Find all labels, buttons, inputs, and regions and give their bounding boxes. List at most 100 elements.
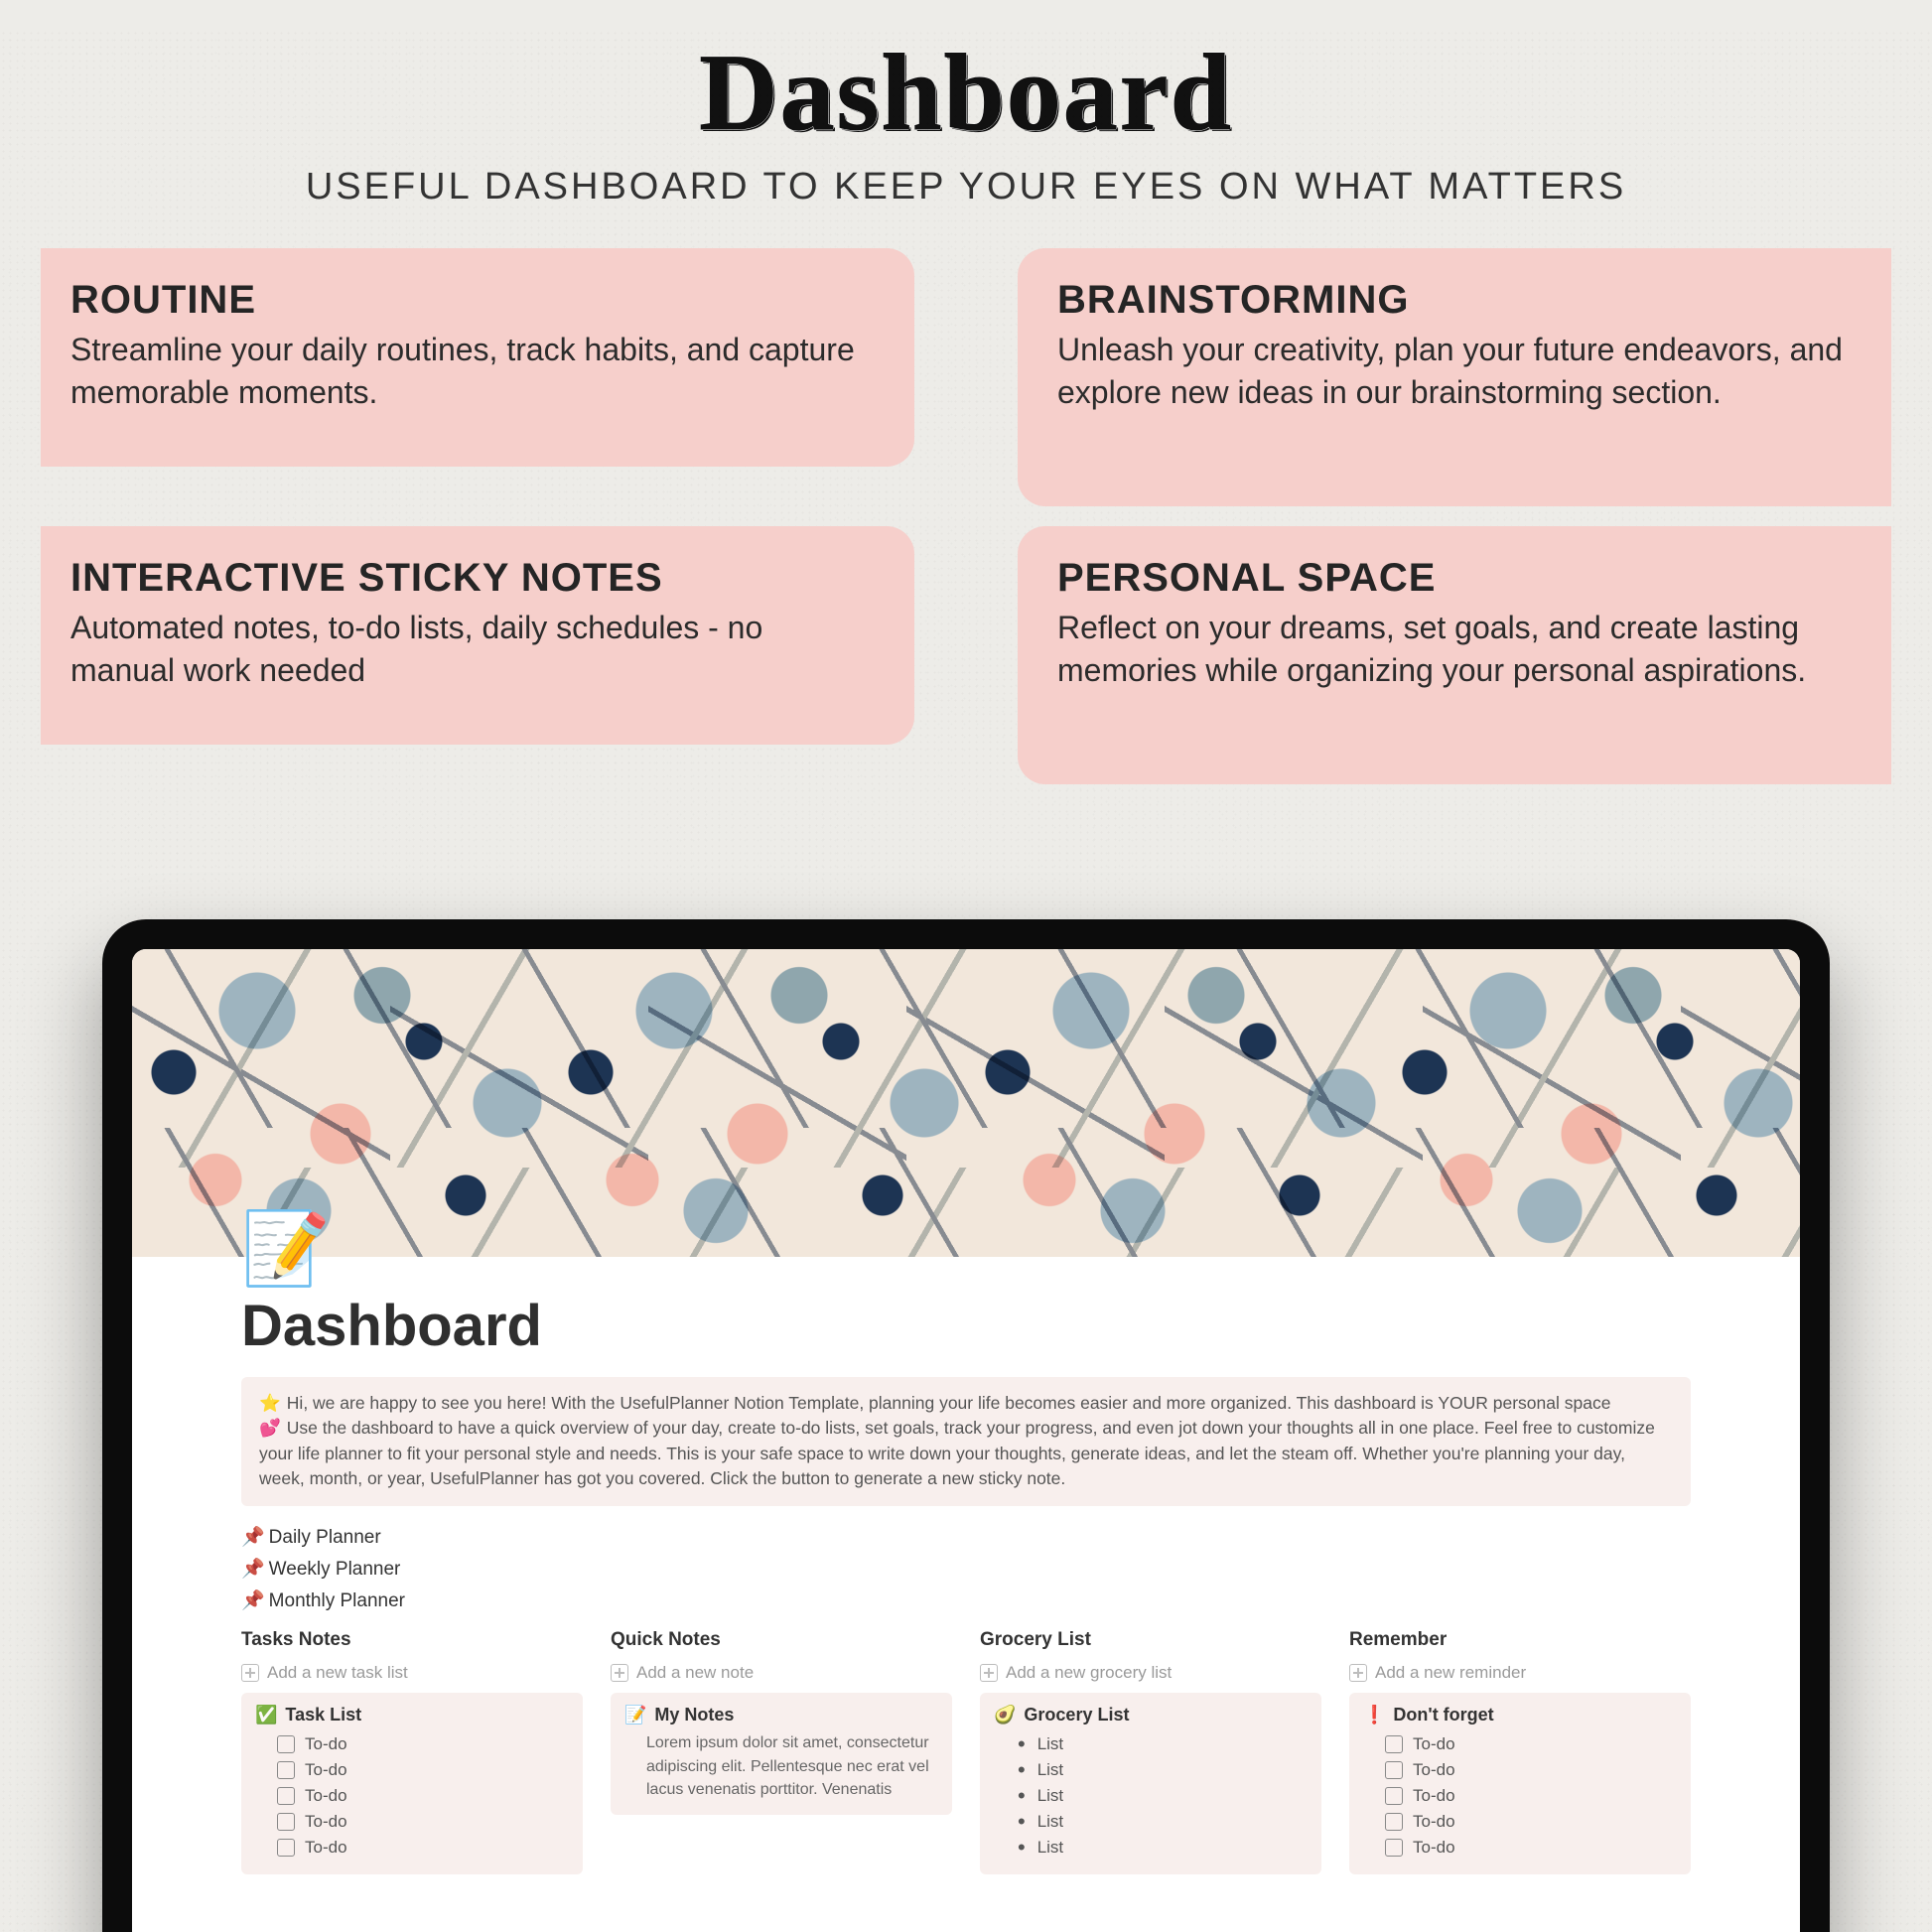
my-notes-note[interactable]: 📝 My Notes Lorem ipsum dolor sit amet, c… [611, 1693, 952, 1815]
feature-card-brainstorming: BRAINSTORMING Unleash your creativity, p… [1018, 248, 1891, 506]
link-weekly-planner[interactable]: 📌Weekly Planner [241, 1554, 1691, 1586]
note-body: Lorem ipsum dolor sit amet, consectetur … [624, 1731, 938, 1801]
note-title: Task List [285, 1705, 361, 1725]
star-icon: ⭐ [259, 1393, 281, 1413]
checkbox-icon[interactable] [277, 1761, 295, 1779]
add-task-list-button[interactable]: Add a new task list [241, 1659, 408, 1693]
checkbox-icon[interactable] [1385, 1735, 1403, 1753]
todo-label: To-do [1413, 1812, 1455, 1832]
page-title[interactable]: Dashboard [241, 1293, 1691, 1359]
todo-label: To-do [305, 1812, 347, 1832]
feature-title: BRAINSTORMING [1057, 278, 1852, 323]
callout-text: Hi, we are happy to see you here! With t… [287, 1393, 1611, 1413]
checkbox-icon[interactable] [277, 1839, 295, 1857]
todo-label: To-do [305, 1734, 347, 1754]
list-item[interactable]: List [994, 1809, 1308, 1835]
pin-icon: 📌 [241, 1527, 265, 1548]
list-item[interactable]: List [994, 1783, 1308, 1809]
checkmark-icon: ✅ [255, 1705, 277, 1725]
checkbox-icon[interactable] [1385, 1839, 1403, 1857]
todo-item[interactable]: To-do [1363, 1809, 1677, 1835]
todo-label: To-do [1413, 1760, 1455, 1780]
todo-item[interactable]: To-do [255, 1757, 569, 1783]
task-list-note[interactable]: ✅ Task List To-do To-do To-do To-do To-do [241, 1693, 583, 1874]
todo-item[interactable]: To-do [1363, 1783, 1677, 1809]
todo-item[interactable]: To-do [1363, 1731, 1677, 1757]
todo-list: To-do To-do To-do To-do To-do [1363, 1731, 1677, 1861]
feature-title: ROUTINE [70, 278, 875, 323]
placeholder-text: Add a new task list [267, 1663, 408, 1683]
hearts-icon: 💕 [259, 1418, 281, 1438]
welcome-callout[interactable]: ⭐ Hi, we are happy to see you here! With … [241, 1377, 1691, 1506]
todo-item[interactable]: To-do [255, 1731, 569, 1757]
add-grocery-list-button[interactable]: Add a new grocery list [980, 1659, 1172, 1693]
plus-icon [611, 1664, 628, 1682]
note-title: My Notes [654, 1705, 734, 1725]
feature-card-routine: ROUTINE Streamline your daily routines, … [41, 248, 914, 467]
list-item-label: List [1037, 1812, 1063, 1832]
list-item[interactable]: List [994, 1731, 1308, 1757]
feature-body: Reflect on your dreams, set goals, and c… [1057, 607, 1852, 692]
add-note-button[interactable]: Add a new note [611, 1659, 754, 1693]
list-item[interactable]: List [994, 1757, 1308, 1783]
todo-item[interactable]: To-do [255, 1809, 569, 1835]
link-label: Daily Planner [269, 1527, 381, 1548]
column-heading: Tasks Notes [241, 1629, 583, 1651]
feature-body: Streamline your daily routines, track ha… [70, 329, 875, 414]
callout-text: Use the dashboard to have a quick overvi… [259, 1418, 1655, 1488]
placeholder-text: Add a new note [636, 1663, 754, 1683]
checkbox-icon[interactable] [277, 1735, 295, 1753]
column-grocery: Grocery List Add a new grocery list 🥑 Gr… [980, 1629, 1321, 1874]
list-item-label: List [1037, 1786, 1063, 1806]
laptop-mockup: 📝 Dashboard ⭐ Hi, we are happy to see you… [102, 919, 1830, 1932]
grocery-list-note[interactable]: 🥑 Grocery List List List List List List [980, 1693, 1321, 1874]
todo-label: To-do [1413, 1786, 1455, 1806]
todo-label: To-do [305, 1838, 347, 1858]
bullet-list: List List List List List [994, 1731, 1308, 1861]
pin-icon: 📌 [241, 1559, 265, 1580]
list-item-label: List [1037, 1734, 1063, 1754]
cover-banner [132, 949, 1800, 1257]
feature-card-personal-space: PERSONAL SPACE Reflect on your dreams, s… [1018, 526, 1891, 784]
hero-title: Dashboard [0, 30, 1932, 156]
todo-label: To-do [1413, 1838, 1455, 1858]
column-heading: Quick Notes [611, 1629, 952, 1651]
dont-forget-note[interactable]: ❗ Don't forget To-doTo-doTo-doTo-doTo-do [1349, 1693, 1691, 1874]
note-title: Grocery List [1024, 1705, 1129, 1725]
feature-body: Unleash your creativity, plan your futur… [1057, 329, 1852, 414]
feature-body: Automated notes, to-do lists, daily sche… [70, 607, 875, 692]
checkbox-icon[interactable] [277, 1787, 295, 1805]
checkbox-icon[interactable] [1385, 1787, 1403, 1805]
plus-icon [1349, 1664, 1367, 1682]
checkbox-icon[interactable] [1385, 1813, 1403, 1831]
add-reminder-button[interactable]: Add a new reminder [1349, 1659, 1526, 1693]
avocado-icon: 🥑 [994, 1705, 1016, 1725]
list-item-label: List [1037, 1760, 1063, 1780]
column-heading: Grocery List [980, 1629, 1321, 1651]
feature-title: PERSONAL SPACE [1057, 556, 1852, 601]
todo-item[interactable]: To-do [255, 1835, 569, 1861]
column-heading: Remember [1349, 1629, 1691, 1651]
hero-subhead: USEFUL DASHBOARD TO KEEP YOUR EYES ON WH… [0, 166, 1932, 208]
todo-item[interactable]: To-do [1363, 1757, 1677, 1783]
todo-item[interactable]: To-do [255, 1783, 569, 1809]
todo-label: To-do [1413, 1734, 1455, 1754]
list-item-label: List [1037, 1838, 1063, 1858]
pin-icon: 📌 [241, 1590, 265, 1611]
placeholder-text: Add a new grocery list [1006, 1663, 1172, 1683]
feature-title: INTERACTIVE STICKY NOTES [70, 556, 875, 601]
placeholder-text: Add a new reminder [1375, 1663, 1526, 1683]
checkbox-icon[interactable] [1385, 1761, 1403, 1779]
checkbox-icon[interactable] [277, 1813, 295, 1831]
page-icon[interactable]: 📝 [241, 1213, 1691, 1285]
memo-icon: 📝 [624, 1705, 646, 1725]
note-title: Don't forget [1393, 1705, 1493, 1725]
link-daily-planner[interactable]: 📌Daily Planner [241, 1522, 1691, 1554]
planner-links: 📌Daily Planner 📌Weekly Planner 📌Monthly … [241, 1522, 1691, 1618]
todo-label: To-do [305, 1786, 347, 1806]
feature-card-sticky-notes: INTERACTIVE STICKY NOTES Automated notes… [41, 526, 914, 745]
todo-item[interactable]: To-do [1363, 1835, 1677, 1861]
list-item[interactable]: List [994, 1835, 1308, 1861]
link-monthly-planner[interactable]: 📌Monthly Planner [241, 1586, 1691, 1617]
column-tasks: Tasks Notes Add a new task list ✅ Task L… [241, 1629, 583, 1874]
